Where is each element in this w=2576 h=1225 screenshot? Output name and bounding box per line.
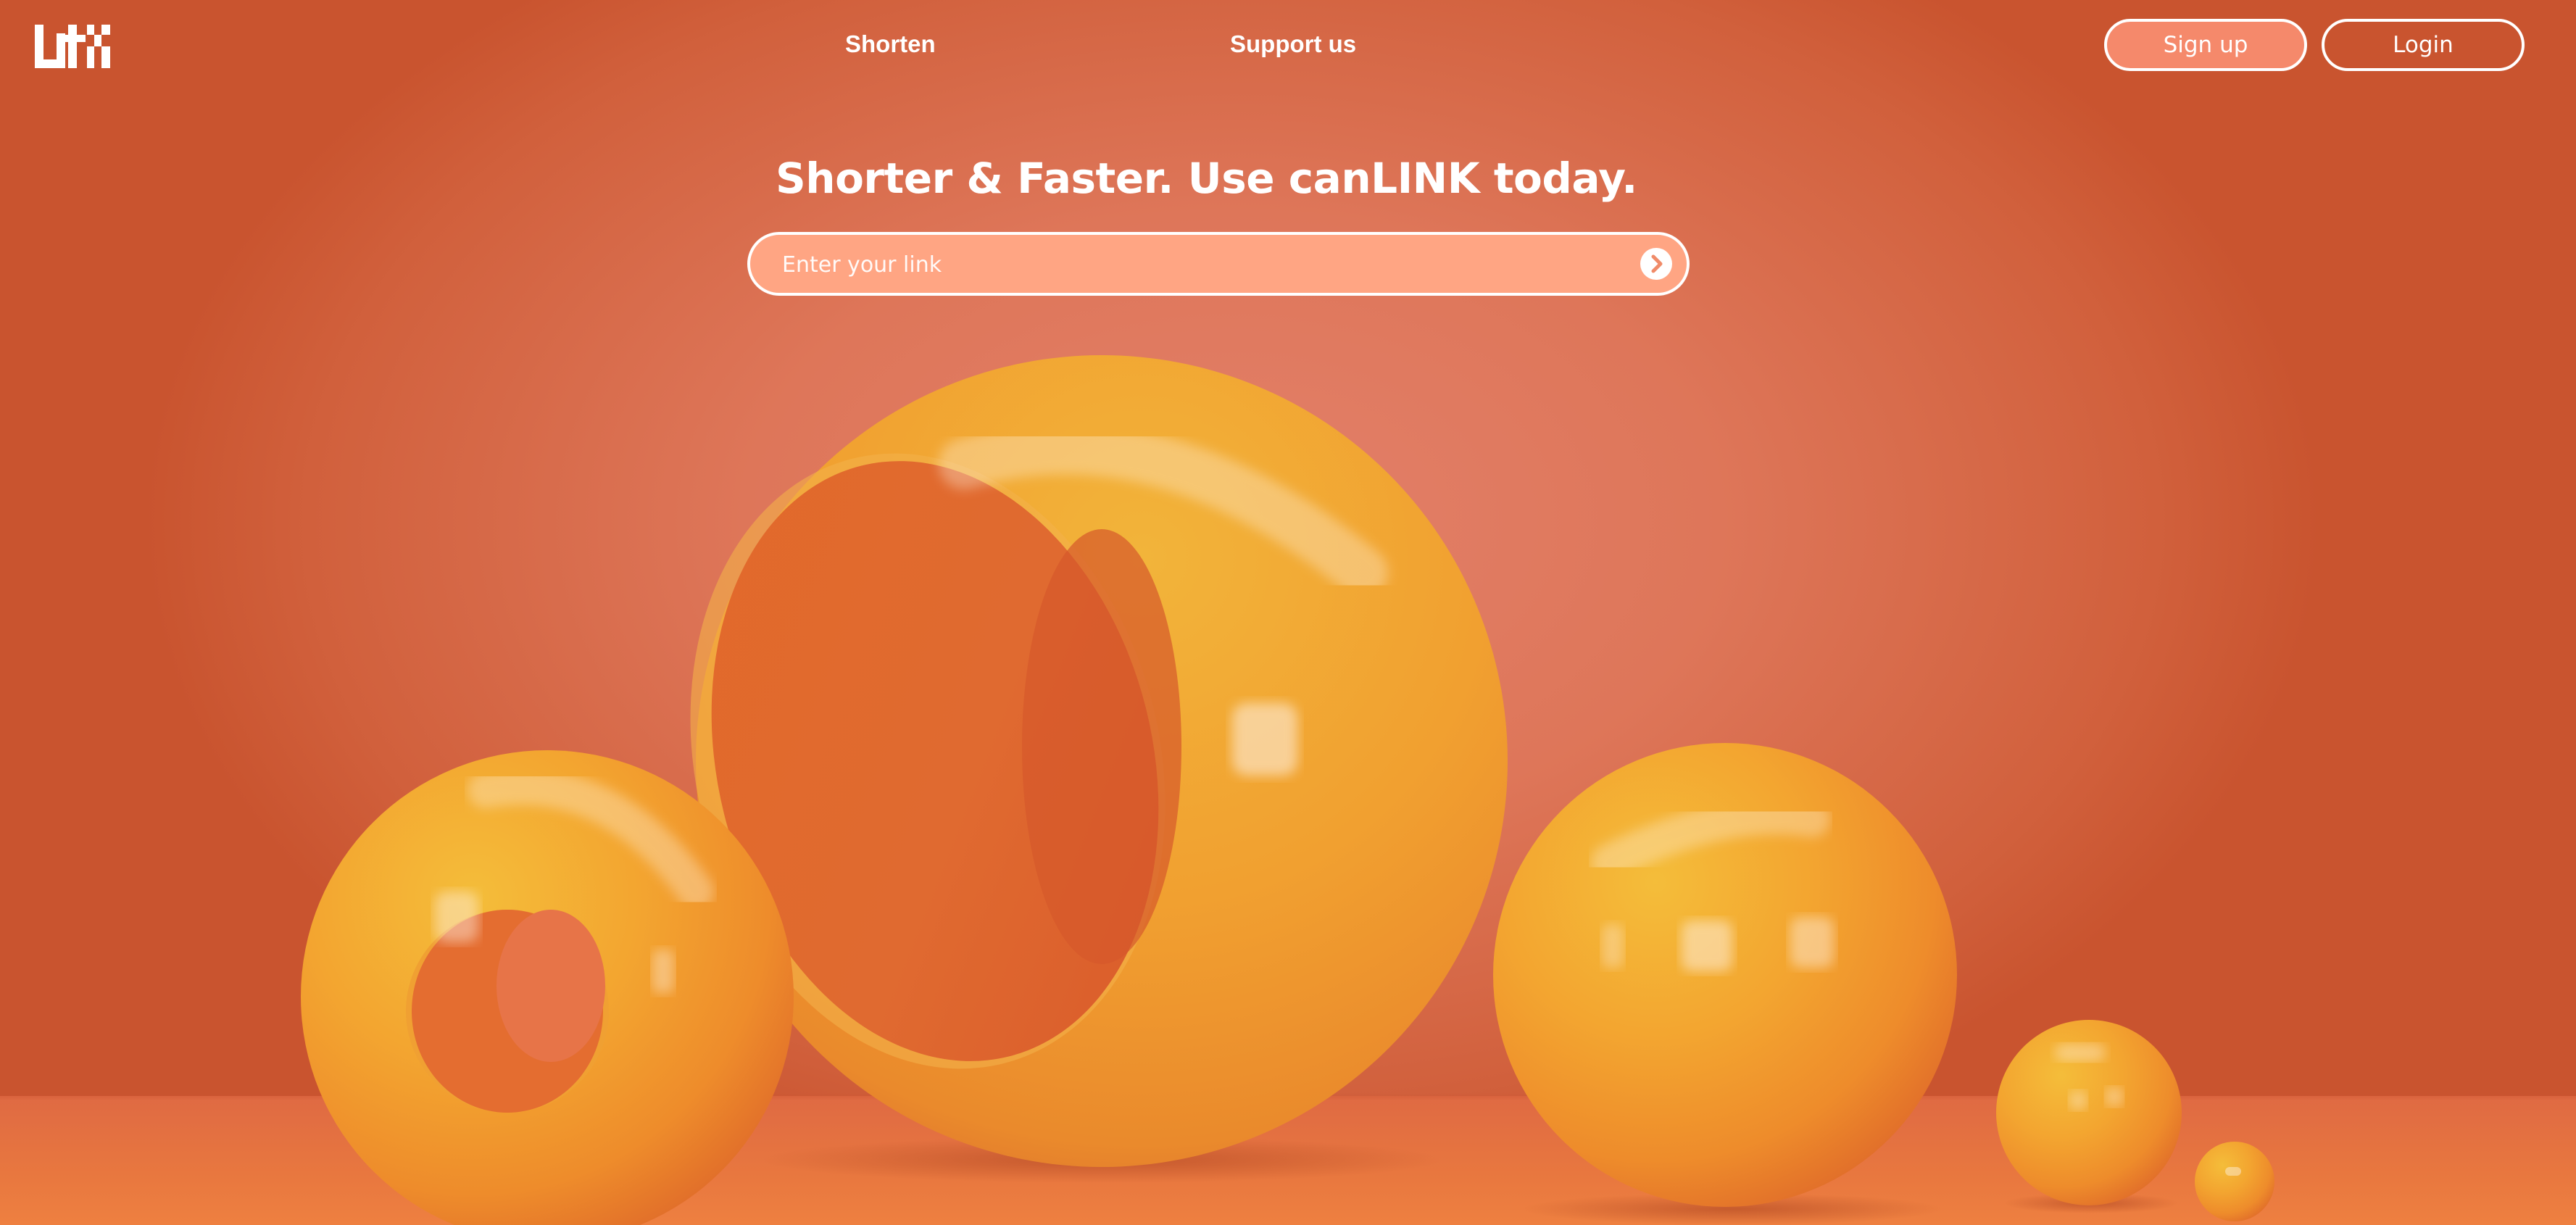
page: Shorten Support us Sign up Login Shorter… (0, 0, 2576, 1225)
submit-button[interactable] (1640, 248, 1672, 280)
tiny-sphere (2195, 1142, 2274, 1221)
arrow-right-circle-icon (1651, 254, 1663, 273)
hero-headline: Shorter & Faster. Use canLINK today. (776, 154, 1637, 203)
right-sphere (1493, 743, 1957, 1207)
logo-icon (35, 25, 110, 68)
small-sphere (1996, 1020, 2182, 1205)
link-input-box (747, 232, 1690, 296)
brand-logo[interactable] (35, 25, 110, 68)
left-sphere (301, 750, 794, 1225)
sign-up-button[interactable]: Sign up (2104, 19, 2307, 71)
login-button[interactable]: Login (2322, 19, 2525, 71)
nav-support-us[interactable]: Support us (1230, 30, 1356, 58)
link-input[interactable] (781, 235, 1595, 294)
nav-shorten[interactable]: Shorten (845, 30, 936, 58)
